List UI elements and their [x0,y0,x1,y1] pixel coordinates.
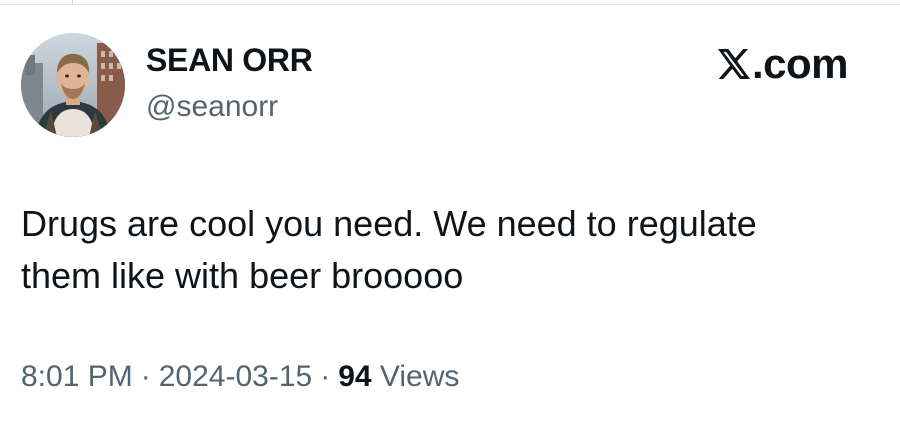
avatar-photo [21,33,125,137]
brand-label: .com [751,40,849,87]
tweet-date[interactable]: 2024-03-15 [159,360,312,393]
views-label: Views [379,360,460,393]
tweet-text: Drugs are cool you need. We need to regu… [21,198,881,302]
meta-separator: · [320,360,331,393]
meta-separator: · [140,360,151,393]
avatar[interactable] [21,33,125,137]
tweet-text-line: them like with beer brooooo [21,255,464,296]
divider-tick [72,0,73,5]
x-logo-icon [715,44,751,80]
tweet-meta: 8:01 PM · 2024-03-15 · 94 Views [21,360,459,394]
views-count: 94 [338,360,372,393]
tweet-time[interactable]: 8:01 PM [21,360,133,393]
user-handle[interactable]: @seanorr [146,90,278,124]
display-name[interactable]: SEAN ORR [146,42,313,79]
brand-logo: .com [715,40,849,88]
tweet-text-line: Drugs are cool you need. We need to regu… [21,203,757,244]
top-divider [0,0,900,5]
